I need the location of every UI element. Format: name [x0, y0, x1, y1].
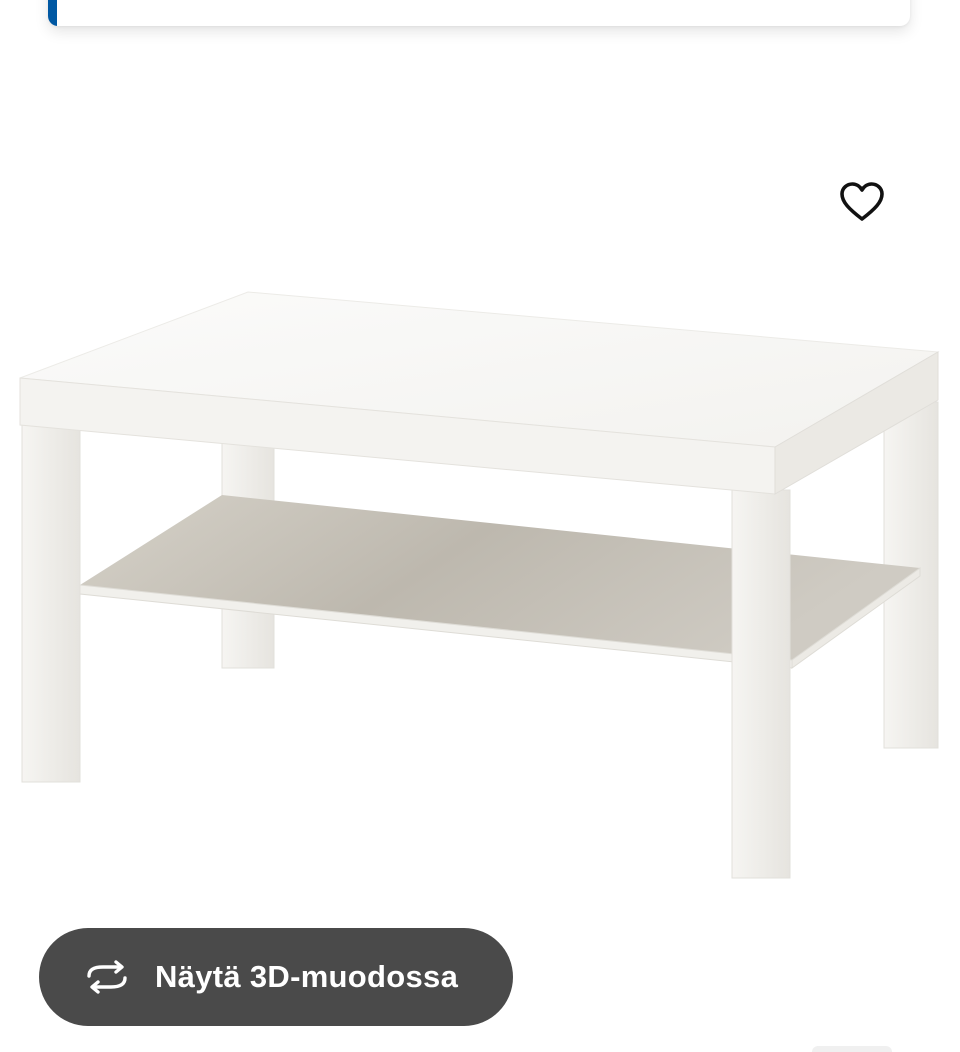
coffee-table-illustration	[19, 291, 940, 879]
favourite-button[interactable]	[832, 174, 892, 230]
view-in-3d-button[interactable]: Näytä 3D-muodossa	[39, 928, 513, 1026]
table-top	[19, 291, 940, 495]
lower-shelf	[79, 495, 921, 669]
view-in-3d-label: Näytä 3D-muodossa	[155, 959, 459, 994]
product-image[interactable]	[0, 250, 960, 940]
front-right-leg	[731, 489, 791, 879]
rotate-3d-icon	[81, 957, 133, 997]
heart-outline-icon	[840, 182, 884, 221]
product-page: Näytä 3D-muodossa	[0, 0, 960, 1052]
front-left-leg	[21, 421, 81, 783]
top-info-card	[48, 0, 910, 26]
top-card-accent-bar	[48, 0, 57, 26]
carousel-indicator	[812, 1046, 892, 1052]
